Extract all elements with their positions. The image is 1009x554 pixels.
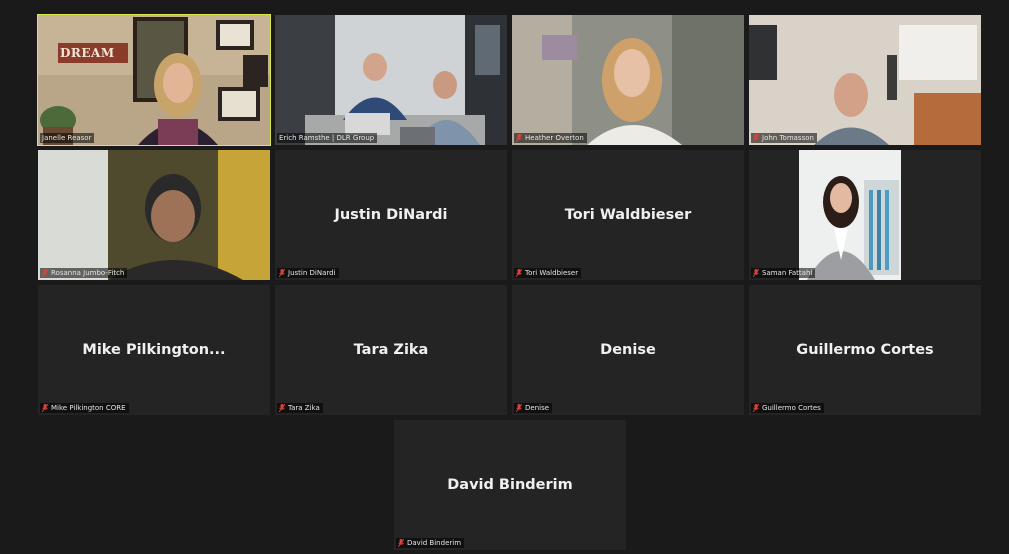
participant-name: Tara Zika <box>288 404 320 412</box>
name-tag: Tori Waldbieser <box>514 268 582 278</box>
participant-tile-guillermo[interactable]: Guillermo Cortes Guillermo Cortes <box>749 285 981 415</box>
mic-muted-icon <box>42 269 48 277</box>
name-tag: David Binderim <box>396 538 465 548</box>
mic-muted-icon <box>753 404 759 412</box>
participant-display-name: Denise <box>600 342 656 358</box>
participant-display-name: David Binderim <box>447 477 573 493</box>
participant-tile-tara[interactable]: Tara Zika Tara Zika <box>275 285 507 415</box>
participant-tile-denise[interactable]: Denise Denise <box>512 285 744 415</box>
participant-name: Saman Fattahi <box>762 269 813 277</box>
participant-display-name: Justin DiNardi <box>334 207 448 223</box>
wall-sign: DREAM <box>60 46 115 60</box>
meeting-gallery: DREAM Janelle Reasor Erich Ramsthe | DLR… <box>0 0 1009 554</box>
name-tag: Tara Zika <box>277 403 323 413</box>
name-tag: Guillermo Cortes <box>751 403 824 413</box>
mic-muted-icon <box>753 269 759 277</box>
participant-name: Justin DiNardi <box>288 269 336 277</box>
participant-name: John Tomasson <box>762 134 814 142</box>
participant-display-name: Guillermo Cortes <box>796 342 934 358</box>
participant-tile-justin[interactable]: Justin DiNardi Justin DiNardi <box>275 150 507 280</box>
mic-muted-icon <box>516 404 522 412</box>
name-tag: Erich Ramsthe | DLR Group <box>277 133 378 143</box>
name-tag: Saman Fattahi <box>751 268 816 278</box>
name-tag: Mike Pilkington CORE <box>40 403 129 413</box>
participant-tile-tori[interactable]: Tori Waldbieser Tori Waldbieser <box>512 150 744 280</box>
name-tag: John Tomasson <box>751 133 817 143</box>
participant-name: Tori Waldbieser <box>525 269 579 277</box>
video-feed <box>275 15 507 145</box>
name-tag: Janelle Reasor <box>40 133 95 143</box>
participant-tile-heather[interactable]: Heather Overton <box>512 15 744 145</box>
participant-name: Janelle Reasor <box>42 134 92 142</box>
participant-tile-mike[interactable]: Mike Pilkington... Mike Pilkington CORE <box>38 285 270 415</box>
participant-tile-saman[interactable]: Saman Fattahi <box>749 150 981 280</box>
participant-tile-john[interactable]: John Tomasson <box>749 15 981 145</box>
participant-display-name: Tori Waldbieser <box>564 207 692 223</box>
participant-tile-erich[interactable]: Erich Ramsthe | DLR Group <box>275 15 507 145</box>
video-feed <box>749 15 981 145</box>
mic-muted-icon <box>753 134 759 142</box>
mic-muted-icon <box>42 404 48 412</box>
video-feed <box>512 15 744 145</box>
mic-muted-icon <box>516 269 522 277</box>
participant-name: Mike Pilkington CORE <box>51 404 126 412</box>
participant-name: Heather Overton <box>525 134 584 142</box>
participant-name: Denise <box>525 404 550 412</box>
name-tag: Denise <box>514 403 553 413</box>
video-feed <box>749 150 981 280</box>
mic-muted-icon <box>398 539 404 547</box>
participant-name: David Binderim <box>407 539 462 547</box>
participant-display-name: Mike Pilkington... <box>82 342 226 358</box>
name-tag: Rosanna Jumbo-Fitch <box>40 268 128 278</box>
name-tag: Heather Overton <box>514 133 587 143</box>
mic-muted-icon <box>516 134 522 142</box>
mic-muted-icon <box>279 269 285 277</box>
participant-name: Guillermo Cortes <box>762 404 821 412</box>
participant-name: Erich Ramsthe | DLR Group <box>279 134 375 142</box>
name-tag: Justin DiNardi <box>277 268 339 278</box>
mic-muted-icon <box>279 404 285 412</box>
participant-display-name: Tara Zika <box>353 342 429 358</box>
video-feed <box>38 150 270 280</box>
participant-tile-rosanna[interactable]: Rosanna Jumbo-Fitch <box>38 150 270 280</box>
participant-name: Rosanna Jumbo-Fitch <box>51 269 125 277</box>
participant-tile-janelle[interactable]: DREAM Janelle Reasor <box>37 14 271 146</box>
video-feed: DREAM <box>38 15 270 145</box>
participant-tile-david[interactable]: David Binderim David Binderim <box>394 420 626 550</box>
